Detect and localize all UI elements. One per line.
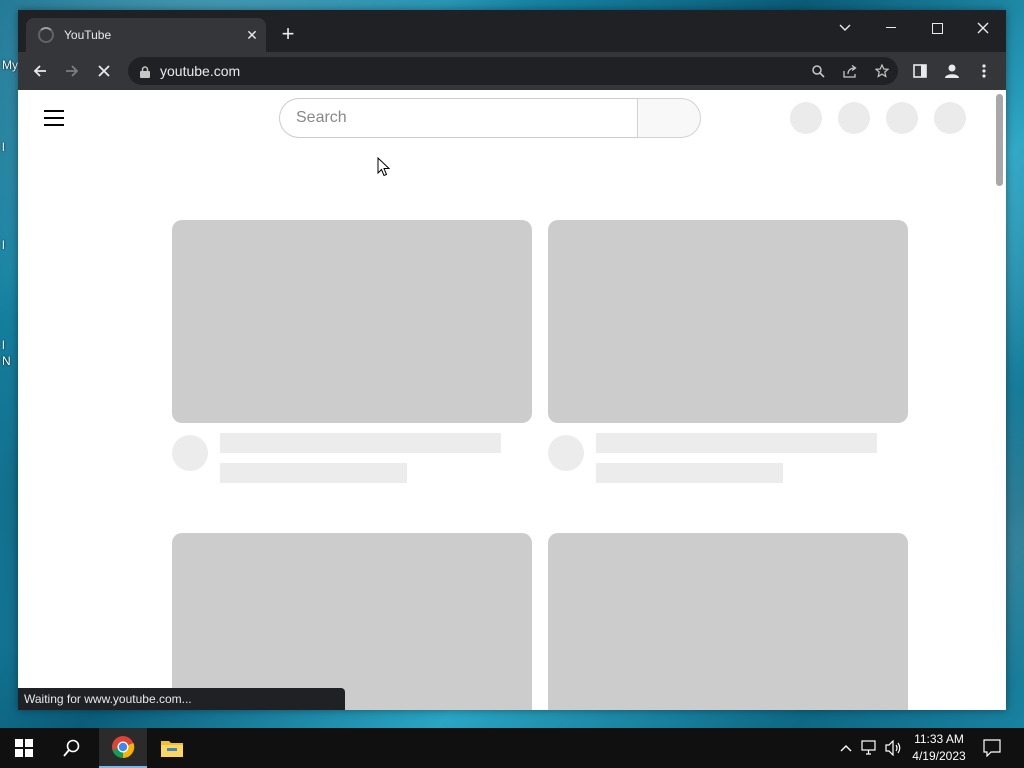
- stop-loading-button[interactable]: [90, 57, 118, 85]
- start-button[interactable]: [0, 728, 48, 768]
- header-icon-placeholder: [838, 102, 870, 134]
- browser-window: YouTube ✕ + youtube.com Search Waiting f…: [18, 10, 1006, 710]
- desktop-icon-label[interactable]: l: [2, 140, 5, 154]
- network-icon[interactable]: [860, 738, 880, 758]
- clock-date: 4/19/2023: [912, 749, 966, 763]
- taskbar-search-button[interactable]: [48, 728, 96, 768]
- maximize-button[interactable]: [914, 14, 960, 42]
- desktop-icon-label[interactable]: l: [2, 338, 5, 352]
- browser-toolbar: youtube.com: [18, 52, 1006, 90]
- hamburger-menu-icon[interactable]: [44, 110, 64, 126]
- title-placeholder: [596, 433, 877, 453]
- scrollbar-thumb[interactable]: [996, 94, 1003, 186]
- chrome-icon: [112, 736, 135, 759]
- folder-icon: [161, 741, 183, 757]
- video-thumbnail-placeholder: [548, 220, 908, 423]
- header-icon-placeholder: [886, 102, 918, 134]
- taskbar-chrome-button[interactable]: [99, 728, 147, 768]
- header-icon-placeholder: [790, 102, 822, 134]
- taskbar-file-explorer-button[interactable]: [148, 728, 196, 768]
- tab-close-icon[interactable]: ✕: [238, 27, 266, 44]
- mouse-cursor-icon: [377, 157, 391, 177]
- search-input[interactable]: Search: [279, 98, 637, 138]
- more-menu-icon[interactable]: [970, 57, 998, 85]
- desktop-icon-label[interactable]: l: [2, 238, 5, 252]
- windows-logo-icon: [15, 739, 33, 757]
- minimize-button[interactable]: [868, 14, 914, 42]
- lock-icon[interactable]: [140, 65, 150, 78]
- bookmark-star-icon[interactable]: [866, 57, 898, 85]
- status-bubble: Waiting for www.youtube.com...: [18, 688, 345, 710]
- windows-taskbar: 11:33 AM 4/19/2023: [0, 728, 1024, 768]
- loading-spinner-icon: [38, 27, 54, 43]
- browser-titlebar: YouTube ✕ +: [18, 10, 1006, 52]
- page-viewport: Search Waiting for www.youtube.com...: [18, 90, 1006, 710]
- notification-center-icon[interactable]: [982, 738, 1002, 758]
- search-icon: [63, 739, 80, 757]
- show-hidden-icons-chevron-icon[interactable]: [836, 738, 856, 758]
- search-button[interactable]: [637, 98, 701, 138]
- video-thumbnail-placeholder: [548, 533, 908, 710]
- volume-icon[interactable]: [884, 738, 904, 758]
- video-thumbnail-placeholder: [172, 533, 532, 710]
- tab-youtube[interactable]: YouTube ✕: [26, 18, 266, 52]
- back-button[interactable]: [26, 57, 54, 85]
- close-window-button[interactable]: [960, 14, 1006, 42]
- new-tab-button[interactable]: +: [276, 23, 300, 47]
- tab-title: YouTube: [64, 28, 112, 42]
- channel-avatar-placeholder: [548, 435, 584, 471]
- search-icon[interactable]: [802, 57, 834, 85]
- desktop-icon-label[interactable]: N: [2, 354, 11, 368]
- share-icon[interactable]: [834, 57, 866, 85]
- forward-button[interactable]: [58, 57, 86, 85]
- title-placeholder: [220, 433, 501, 453]
- url-text[interactable]: youtube.com: [160, 63, 802, 79]
- profile-icon[interactable]: [938, 57, 966, 85]
- meta-placeholder: [596, 463, 783, 483]
- page-scrollbar[interactable]: [992, 90, 1006, 710]
- desktop-icon-label[interactable]: My: [2, 58, 18, 72]
- channel-avatar-placeholder: [172, 435, 208, 471]
- tab-search-dropdown-icon[interactable]: [822, 14, 868, 42]
- video-thumbnail-placeholder: [172, 220, 532, 423]
- side-panel-icon[interactable]: [906, 57, 934, 85]
- header-icon-placeholder: [934, 102, 966, 134]
- clock-time: 11:33 AM: [914, 732, 964, 746]
- address-bar[interactable]: youtube.com: [128, 57, 898, 85]
- meta-placeholder: [220, 463, 407, 483]
- system-clock[interactable]: 11:33 AM 4/19/2023: [906, 731, 972, 765]
